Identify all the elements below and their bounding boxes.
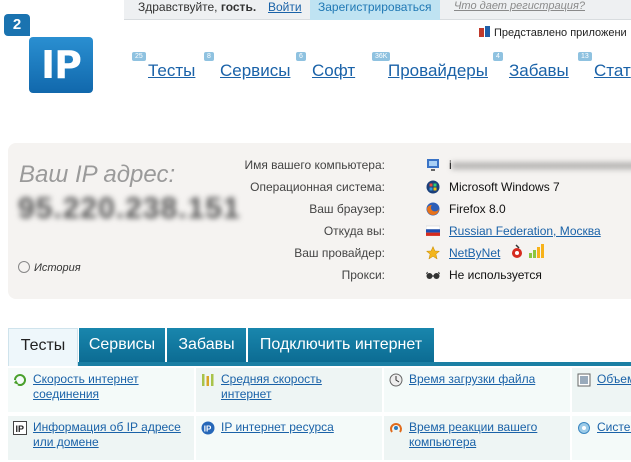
info-row-proxy: Прокси: Не используется [140,265,631,285]
nav-count: 25 [132,52,146,61]
reaction-icon [390,423,402,433]
site-logo[interactable]: IP [29,37,93,93]
svg-text:IP: IP [204,425,212,434]
link-label[interactable]: Скорость интернет соединения [33,372,181,402]
logo-badge[interactable]: 2 [4,14,30,36]
nav-count: 8 [204,52,214,61]
list-item[interactable]: Скорость интернет соединения [8,368,194,412]
list-item[interactable]: Средняя скорость интернет [196,368,382,412]
speed-arrow-icon [14,374,26,387]
tab-fun[interactable]: Забавы [167,328,246,362]
what-registration-link[interactable]: Что дает регистрация? [454,0,585,12]
nav-count: 13 [578,52,592,61]
nav-count: 6 [296,52,306,61]
app: Здравствуйте, гость. Войти Зарегистриров… [0,0,631,462]
info-label: Ваш провайдер: [294,246,385,260]
provider-logo-icon[interactable] [510,244,524,260]
info-label: Ваш браузер: [309,202,385,216]
nav-label[interactable]: Софт [312,61,355,81]
link-label[interactable]: Время загрузки файла [409,372,557,387]
list-item[interactable]: Объем [572,368,631,412]
list-item[interactable]: Систем [572,416,631,460]
register-button[interactable]: Зарегистрироваться [310,0,440,20]
info-value: Microsoft Windows 7 [449,180,560,194]
list-item[interactable]: IP IP интернет ресурса [196,416,382,460]
link-label[interactable]: Систем [597,420,631,435]
glasses-icon [426,271,440,279]
info-label: Имя вашего компьютера: [244,158,385,172]
link-label[interactable]: Средняя скорость интернет [221,372,369,402]
info-value: Не используется [449,268,542,282]
list-item[interactable]: Время реакции вашего компьютера [384,416,570,460]
link-label[interactable]: IP интернет ресурса [221,420,369,435]
tab-connect-internet[interactable]: Подключить интернет [248,328,434,362]
partner-app-link[interactable]: Представлено приложени [479,26,627,39]
clock-icon [389,373,403,387]
nav-count: 36K [372,52,391,61]
info-row-computer-name: Имя вашего компьютера: ixxxxxxxxxxxxxxxx… [140,155,631,175]
tab-services[interactable]: Сервисы [79,328,165,362]
svg-text:IP: IP [16,424,25,434]
auth-bar: Здравствуйте, гость. Войти Зарегистриров… [124,0,631,20]
computer-icon [427,159,439,171]
greeting: Здравствуйте, гость. [138,0,257,14]
link-label[interactable]: Информация об IP адресе или домене [33,420,181,450]
nav-label[interactable]: Тесты [148,61,195,81]
system-icon [578,422,590,434]
links-grid: Скорость интернет соединения Средняя ско… [8,368,631,462]
firefox-icon [426,202,440,216]
info-label: Операционная система: [250,180,385,194]
info-row-os: Операционная система: Microsoft Windows … [140,177,631,197]
nav-label[interactable]: Стат [594,61,631,81]
info-value: Firefox 8.0 [449,202,506,216]
partner-icon [479,26,490,37]
nav-label[interactable]: Сервисы [220,61,290,81]
info-label: Прокси: [341,268,385,282]
nav-label[interactable]: Провайдеры [388,61,488,81]
login-link[interactable]: Войти [268,0,302,14]
info-value: ixxxxxxxxxxxxxxxxxxxxxxxxxxxxxxx [449,158,631,172]
link-label[interactable]: Время реакции вашего компьютера [409,420,557,450]
info-row-provider: Ваш провайдер: NetByNet [140,243,631,263]
list-item[interactable]: Время загрузки файла [384,368,570,412]
link-label[interactable]: Объем [597,372,631,387]
partner-label: Представлено приложени [494,27,627,39]
star-icon [426,246,440,260]
tab-tests[interactable]: Тесты [8,328,78,366]
signal-bars-icon[interactable] [528,243,544,259]
location-link[interactable]: Russian Federation, Москва [449,224,601,238]
history-label: История [34,262,81,274]
ip-info-icon: IP [13,421,27,435]
russia-flag-icon [426,225,440,236]
info-label: Откуда вы: [323,224,385,238]
bars-icon [202,374,214,386]
section-tabs: Тесты Сервисы Забавы Подключить интернет [8,328,631,366]
info-row-browser: Ваш браузер: Firefox 8.0 [140,199,631,219]
windows-icon [426,180,440,194]
history-link[interactable]: История [18,261,81,274]
nav-count: 4 [493,52,503,61]
list-item[interactable]: IP Информация об IP адресе или домене [8,416,194,460]
history-icon [18,261,30,273]
nav-label[interactable]: Забавы [509,61,569,81]
ip-resource-icon: IP [201,421,215,435]
provider-link[interactable]: NetByNet [449,246,500,260]
info-row-location: Откуда вы: Russian Federation, Москва [140,221,631,241]
volume-icon [577,373,591,387]
